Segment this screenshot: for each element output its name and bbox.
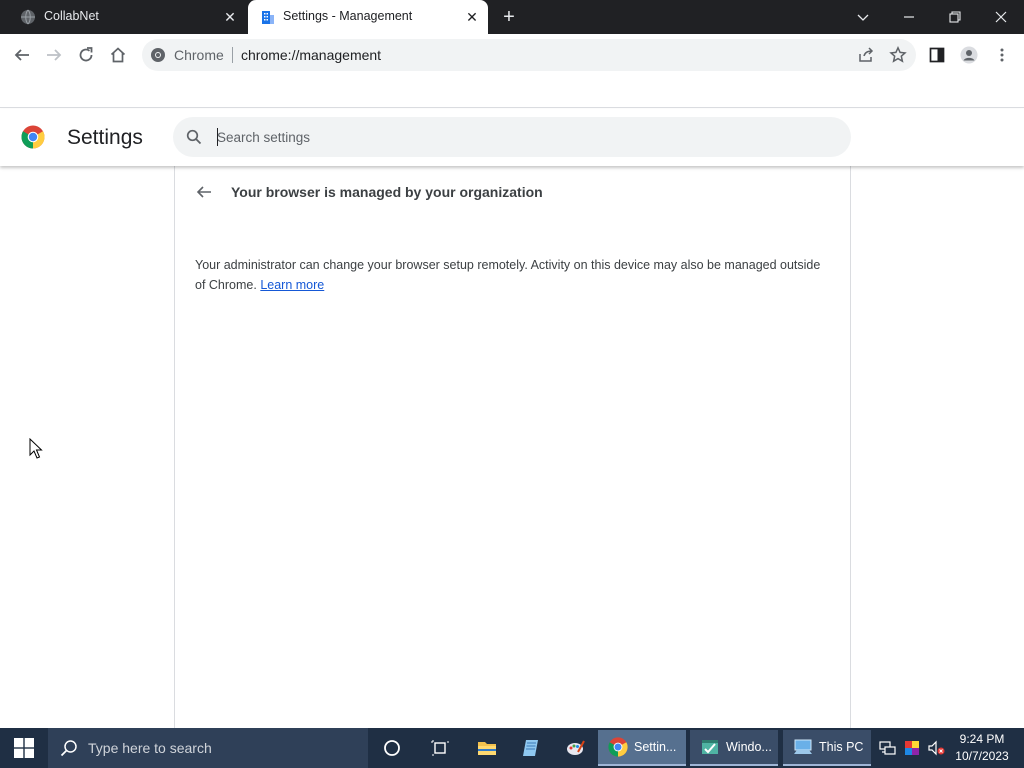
- minimize-icon: [904, 16, 914, 18]
- chrome-site-icon[interactable]: [150, 47, 166, 63]
- taskbar-app-this-pc[interactable]: This PC: [783, 730, 871, 766]
- taskbar-search-placeholder: Type here to search: [88, 740, 212, 756]
- notepad-app-icon: [523, 740, 538, 756]
- cortana-circle-icon: [384, 740, 400, 756]
- window-app-icon: [702, 740, 718, 754]
- profile-button[interactable]: [957, 43, 981, 67]
- taskbar-app-window[interactable]: Windo...: [690, 730, 778, 766]
- taskbar-app-label: Windo...: [726, 740, 772, 754]
- arrow-left-icon: [14, 49, 29, 61]
- bookmark-bar: [0, 76, 1024, 108]
- home-button[interactable]: [106, 43, 130, 67]
- tab-collabnet[interactable]: CollabNet ✕: [0, 0, 246, 34]
- close-window-button[interactable]: [978, 0, 1024, 34]
- tab-title: Settings - Management: [283, 9, 413, 23]
- tab-settings-management[interactable]: Settings - Management ✕: [248, 0, 488, 34]
- file-explorer-button[interactable]: [464, 728, 510, 768]
- restore-button[interactable]: [932, 0, 978, 34]
- page-title: Your browser is managed by your organiza…: [231, 184, 543, 200]
- forward-button[interactable]: [42, 43, 66, 67]
- color-app-tray-icon[interactable]: [903, 739, 921, 757]
- omnibox-separator: [232, 47, 233, 63]
- search-settings-input[interactable]: [217, 127, 817, 147]
- chrome-icon: [608, 737, 628, 757]
- share-icon[interactable]: [857, 46, 875, 64]
- taskbar-search[interactable]: Type here to search: [48, 728, 368, 768]
- arrow-right-icon: [47, 49, 62, 61]
- address-bar[interactable]: Chrome chrome://management: [142, 39, 916, 71]
- chevron-down-icon: [857, 14, 869, 21]
- side-panel-button[interactable]: [925, 43, 949, 67]
- search-icon: [186, 129, 202, 145]
- clock-time: 9:24 PM: [959, 732, 1005, 746]
- taskbar-app-label: This PC: [819, 740, 864, 754]
- bookmark-star-icon[interactable]: [889, 46, 907, 64]
- back-button[interactable]: [10, 43, 34, 67]
- paint-app-icon: [567, 740, 585, 755]
- taskbar-app-label: Settin...: [634, 740, 677, 754]
- taskbar-clock[interactable]: 9:24 PM 10/7/2023: [950, 731, 1014, 765]
- tab-title: CollabNet: [44, 9, 99, 23]
- settings-header: Settings: [0, 109, 1024, 166]
- this-pc-icon: [794, 739, 812, 754]
- tab-close-icon[interactable]: ✕: [464, 9, 480, 25]
- home-icon: [110, 47, 126, 63]
- minimize-button[interactable]: [886, 0, 932, 34]
- windows-logo-icon: [14, 738, 34, 758]
- learn-more-link[interactable]: Learn more: [260, 278, 324, 292]
- windows-taskbar: Type here to search Settin... Windo... T…: [0, 728, 1024, 768]
- settings-search[interactable]: [173, 117, 851, 157]
- text-caret: [217, 128, 218, 146]
- more-vert-icon: [1000, 48, 1004, 62]
- back-arrow-icon[interactable]: [194, 182, 214, 202]
- pinned-app-button[interactable]: [508, 728, 554, 768]
- tab-strip: CollabNet ✕ Settings - Management ✕ +: [0, 0, 1024, 34]
- browser-toolbar: Chrome chrome://management: [0, 34, 1024, 76]
- network-icon[interactable]: [878, 739, 896, 757]
- reload-button[interactable]: [74, 43, 98, 67]
- start-button[interactable]: [0, 728, 48, 768]
- management-page: Your browser is managed by your organiza…: [174, 166, 851, 728]
- task-view-button[interactable]: [417, 728, 463, 768]
- omnibox-url[interactable]: chrome://management: [241, 47, 381, 63]
- tab-search-button[interactable]: [840, 0, 886, 34]
- tab-close-icon[interactable]: ✕: [222, 9, 238, 25]
- globe-icon: [21, 9, 35, 25]
- task-view-icon: [431, 740, 449, 756]
- pinned-paint-button[interactable]: [552, 728, 598, 768]
- management-description: Your administrator can change your brows…: [195, 255, 825, 295]
- clock-date: 10/7/2023: [955, 749, 1009, 763]
- search-icon: [60, 740, 77, 757]
- taskbar-app-chrome[interactable]: Settin...: [598, 730, 686, 766]
- folder-icon: [478, 742, 496, 755]
- reload-icon: [79, 47, 93, 62]
- avatar-icon: [960, 46, 978, 64]
- cortana-button[interactable]: [369, 728, 415, 768]
- volume-muted-icon[interactable]: [927, 739, 945, 757]
- mouse-pointer-icon: [29, 438, 43, 459]
- side-panel-icon: [929, 47, 945, 63]
- new-tab-button[interactable]: +: [498, 6, 520, 28]
- chrome-logo-icon: [21, 125, 45, 149]
- close-icon: [995, 11, 1007, 23]
- omnibox-chip-label: Chrome: [174, 47, 224, 63]
- restore-icon: [949, 11, 961, 23]
- building-icon: [262, 11, 274, 24]
- settings-title: Settings: [67, 126, 143, 149]
- menu-button[interactable]: [990, 43, 1014, 67]
